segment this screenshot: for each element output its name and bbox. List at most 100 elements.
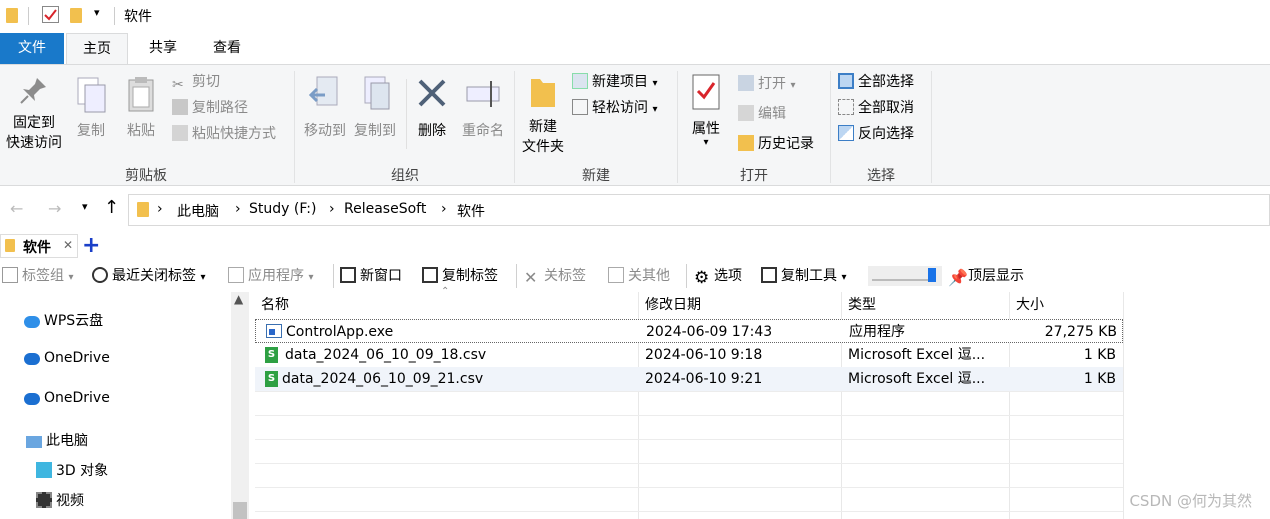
cut-button[interactable]: ✂ 剪切: [172, 71, 220, 93]
breadcrumb-current[interactable]: 软件: [457, 201, 485, 221]
nav-item-onedrive-1[interactable]: OneDrive: [24, 350, 110, 366]
transparency-slider[interactable]: [868, 266, 942, 286]
paste-button[interactable]: 粘贴: [118, 75, 164, 141]
back-arrow-icon[interactable]: ←: [10, 199, 23, 218]
copy-path-button[interactable]: 复制路径: [172, 97, 248, 119]
group-separator: [294, 71, 295, 183]
nav-item-onedrive-2[interactable]: OneDrive: [24, 390, 110, 406]
nav-item-this-pc[interactable]: 此电脑: [26, 430, 88, 450]
watermark: CSDN @何为其然: [1129, 492, 1252, 510]
always-on-top-button[interactable]: 📌顶层显示: [948, 265, 1024, 287]
recent-closed-label: 最近关闭标签: [112, 268, 196, 284]
breadcrumb-this-pc[interactable]: 此电脑: [177, 201, 219, 221]
tab-view[interactable]: 查看: [196, 33, 258, 65]
recent-locations-chevron-icon[interactable]: ▾: [82, 200, 88, 213]
file-row[interactable]: S data_2024_06_10_09_18.csv 2024-06-10 9…: [255, 343, 1123, 367]
tab-file[interactable]: 文件: [0, 33, 64, 65]
copy-tool-icon: [761, 267, 777, 283]
row-divider: [255, 487, 1123, 488]
divider: [686, 264, 687, 288]
recent-closed-button[interactable]: 最近关闭标签 ▾: [92, 265, 205, 287]
copy-tool-button[interactable]: 复制工具 ▾: [761, 265, 846, 287]
scroll-up-icon[interactable]: ▲: [234, 292, 243, 306]
nav-item-label: 3D 对象: [56, 463, 109, 479]
folder-tab[interactable]: 软件 ✕: [0, 234, 78, 258]
edit-button[interactable]: 编辑: [738, 103, 786, 125]
copy-tab-button[interactable]: 复制标签: [422, 265, 498, 287]
new-window-button[interactable]: 新窗口: [340, 265, 402, 287]
spreadsheet-file-icon: S: [265, 371, 278, 387]
column-header-size[interactable]: 大小: [1010, 292, 1123, 319]
tab-home[interactable]: 主页: [66, 33, 128, 65]
column-header-name[interactable]: 名称: [255, 292, 638, 319]
chevron-down-icon[interactable]: ▾: [94, 6, 100, 19]
select-none-button[interactable]: 全部取消: [838, 97, 914, 119]
properties-check-icon[interactable]: [42, 6, 59, 23]
new-folder-icon[interactable]: [70, 8, 82, 23]
close-others-button[interactable]: 关其他: [608, 265, 670, 287]
file-row[interactable]: ControlApp.exe 2024-06-09 17:43 应用程序 27,…: [255, 319, 1123, 343]
copy-path-label: 复制路径: [192, 100, 248, 116]
options-button[interactable]: ⚙ 选项: [694, 265, 742, 287]
file-date: 2024-06-09 17:43: [646, 324, 773, 340]
file-row[interactable]: S data_2024_06_10_09_21.csv 2024-06-10 9…: [255, 367, 1123, 391]
easy-access-button[interactable]: 轻松访问 ▾: [572, 97, 657, 119]
invert-selection-button[interactable]: 反向选择: [838, 123, 914, 145]
new-window-icon: [340, 267, 356, 283]
select-all-button[interactable]: 全部选择: [838, 71, 914, 93]
pin-icon: 📌: [948, 268, 968, 287]
move-to-icon: [308, 76, 338, 106]
film-icon: [36, 492, 52, 508]
new-item-icon: [572, 73, 588, 89]
slider-thumb[interactable]: [928, 268, 936, 282]
copy-to-button[interactable]: 复制到: [350, 75, 400, 141]
scissors-icon: ✂: [172, 77, 184, 93]
edit-icon: [738, 105, 754, 121]
pin-quick-access-button[interactable]: 固定到 快速访问: [2, 75, 66, 153]
address-bar[interactable]: › 此电脑 › Study (F:) › ReleaseSoft › 软件: [128, 194, 1270, 226]
column-header-date[interactable]: 修改日期: [639, 292, 841, 319]
paste-shortcut-button[interactable]: 粘贴快捷方式: [172, 123, 276, 145]
select-none-icon: [838, 99, 854, 115]
file-size: 1 KB: [1083, 371, 1116, 387]
chevron-down-icon: ▾: [790, 80, 796, 91]
breadcrumb-drive[interactable]: Study (F:): [249, 201, 316, 217]
nav-item-label: OneDrive: [44, 390, 110, 406]
open-button[interactable]: 打开 ▾: [738, 73, 795, 95]
close-tab-button[interactable]: ✕ 关标签: [524, 265, 586, 287]
rename-button[interactable]: 重命名: [456, 75, 510, 141]
cut-label: 剪切: [192, 74, 220, 90]
nav-item-videos[interactable]: 视频: [36, 490, 84, 510]
paste-icon: [128, 77, 154, 112]
close-tab-icon[interactable]: ✕: [63, 238, 73, 252]
apps-button[interactable]: 应用程序 ▾: [228, 265, 313, 287]
column-header-type[interactable]: 类型: [842, 292, 1009, 319]
divider: [333, 264, 334, 288]
forward-arrow-icon[interactable]: →: [48, 199, 61, 218]
tab-group-button[interactable]: 标签组 ▾: [2, 265, 73, 287]
up-arrow-icon[interactable]: ↑: [104, 197, 119, 218]
scrollbar-thumb[interactable]: [233, 502, 247, 519]
copy-button[interactable]: 复制: [68, 75, 114, 141]
row-divider: [255, 463, 1123, 464]
divider: [406, 79, 407, 149]
history-button[interactable]: 历史记录: [738, 133, 814, 155]
tab-share[interactable]: 共享: [132, 33, 194, 65]
breadcrumb-releasesoft[interactable]: ReleaseSoft: [344, 201, 426, 217]
nav-item-wps-cloud[interactable]: WPS云盘: [24, 310, 103, 330]
new-folder-button[interactable]: 新建 文件夹: [518, 75, 568, 157]
file-date: 2024-06-10 9:18: [645, 347, 763, 363]
apps-label: 应用程序: [248, 268, 304, 284]
open-icon: [738, 75, 754, 91]
nav-item-3d-objects[interactable]: 3D 对象: [36, 460, 108, 480]
move-to-button[interactable]: 移动到: [300, 75, 350, 141]
nav-scrollbar[interactable]: ▲: [231, 292, 249, 519]
new-item-button[interactable]: 新建项目 ▾: [572, 71, 657, 93]
delete-button[interactable]: 删除: [410, 75, 454, 141]
chevron-down-icon: ▾: [841, 272, 847, 283]
properties-button[interactable]: 属性 ▾: [684, 73, 728, 148]
file-list: ⌃ 名称 修改日期 类型 大小 ControlApp.exe 2024-06-0…: [255, 286, 1270, 519]
add-tab-icon[interactable]: +: [82, 234, 100, 258]
paste-label: 粘贴: [127, 123, 155, 139]
tab-group-icon: [2, 267, 18, 283]
